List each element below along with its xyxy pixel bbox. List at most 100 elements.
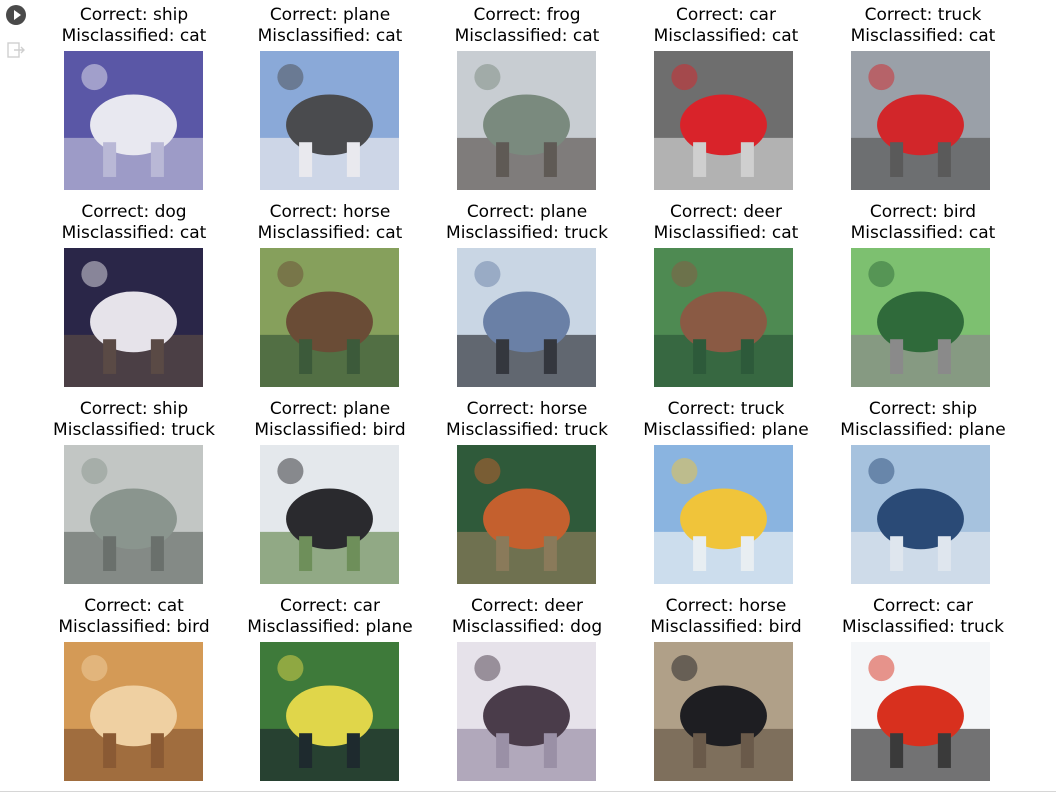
- misclassified-label: Misclassified: cat: [34, 223, 234, 244]
- sample-image: [457, 51, 596, 190]
- misclassified-label: Misclassified: bird: [34, 617, 234, 638]
- correct-prefix: Correct:: [269, 5, 343, 25]
- misclassified-prefix: Misclassified:: [653, 25, 772, 46]
- correct-label: Correct: horse: [230, 202, 430, 223]
- misclassified-prefix: Misclassified:: [257, 222, 376, 243]
- correct-value: horse: [539, 399, 588, 419]
- correct-label: Correct: plane: [230, 5, 430, 26]
- misclassified-prefix: Misclassified:: [842, 616, 961, 637]
- correct-label: Correct: car: [230, 596, 430, 617]
- correct-prefix: Correct:: [665, 596, 739, 616]
- correct-value: truck: [937, 5, 982, 25]
- sample-caption: Correct: bird Misclassified: cat: [823, 202, 1023, 243]
- sample-cell: Correct: deer Misclassified: cat: [626, 202, 826, 243]
- correct-prefix: Correct:: [868, 399, 943, 419]
- sample-caption: Correct: car Misclassified: truck: [823, 596, 1023, 637]
- correct-value: plane: [540, 202, 588, 222]
- misclassified-prefix: Misclassified:: [850, 25, 969, 46]
- misclassified-value: cat: [179, 25, 207, 46]
- misclassified-value: plane: [365, 616, 413, 637]
- misclassified-value: truck: [564, 222, 608, 243]
- misclassified-label: Misclassified: cat: [626, 223, 826, 244]
- misclassified-value: cat: [968, 25, 996, 46]
- misclassified-label: Misclassified: cat: [823, 223, 1023, 244]
- sample-caption: Correct: plane Misclassified: cat: [230, 5, 430, 46]
- correct-value: cat: [157, 596, 184, 616]
- sample-caption: Correct: cat Misclassified: bird: [34, 596, 234, 637]
- misclassified-label: Misclassified: truck: [34, 420, 234, 441]
- correct-prefix: Correct:: [79, 5, 154, 25]
- sample-cell: Correct: horse Misclassified: cat: [230, 202, 430, 243]
- misclassified-value: bird: [768, 616, 802, 637]
- sample-cell: Correct: truck Misclassified: plane: [626, 399, 826, 440]
- misclassified-value: dog: [570, 616, 603, 637]
- sample-cell: Correct: cat Misclassified: bird: [34, 596, 234, 637]
- sample-cell: Correct: ship Misclassified: truck: [34, 399, 234, 440]
- misclassified-value: cat: [771, 25, 799, 46]
- sample-caption: Correct: plane Misclassified: bird: [230, 399, 430, 440]
- correct-label: Correct: deer: [626, 202, 826, 223]
- correct-value: car: [749, 5, 776, 25]
- sample-image: [260, 642, 399, 781]
- correct-label: Correct: ship: [34, 399, 234, 420]
- correct-prefix: Correct:: [81, 202, 155, 222]
- correct-label: Correct: ship: [34, 5, 234, 26]
- misclassified-prefix: Misclassified:: [257, 25, 376, 46]
- sample-caption: Correct: plane Misclassified: truck: [427, 202, 627, 243]
- misclassified-prefix: Misclassified:: [61, 222, 180, 243]
- misclassified-prefix: Misclassified:: [653, 222, 772, 243]
- correct-value: car: [946, 596, 973, 616]
- misclassified-value: cat: [968, 222, 996, 243]
- misclassified-value: cat: [375, 222, 403, 243]
- misclassified-value: cat: [179, 222, 207, 243]
- correct-prefix: Correct:: [466, 202, 540, 222]
- output-collapse-icon[interactable]: [6, 40, 26, 60]
- correct-prefix: Correct:: [864, 5, 938, 25]
- sample-caption: Correct: frog Misclassified: cat: [427, 5, 627, 46]
- cell-gutter: [0, 0, 34, 790]
- correct-value: car: [353, 596, 380, 616]
- correct-label: Correct: horse: [626, 596, 826, 617]
- correct-label: Correct: bird: [823, 202, 1023, 223]
- correct-value: plane: [343, 5, 391, 25]
- sample-image: [457, 248, 596, 387]
- misclassified-prefix: Misclassified:: [58, 616, 177, 637]
- correct-label: Correct: plane: [427, 202, 627, 223]
- sample-image: [457, 642, 596, 781]
- misclassified-prefix: Misclassified:: [53, 419, 172, 440]
- misclassified-label: Misclassified: cat: [34, 26, 234, 47]
- misclassified-label: Misclassified: bird: [626, 617, 826, 638]
- correct-prefix: Correct:: [676, 5, 750, 25]
- sample-caption: Correct: truck Misclassified: plane: [626, 399, 826, 440]
- misclassified-label: Misclassified: truck: [823, 617, 1023, 638]
- sample-cell: Correct: car Misclassified: plane: [230, 596, 430, 637]
- correct-label: Correct: car: [823, 596, 1023, 617]
- sample-cell: Correct: deer Misclassified: dog: [427, 596, 627, 637]
- misclassified-prefix: Misclassified:: [247, 616, 366, 637]
- sample-caption: Correct: ship Misclassified: cat: [34, 5, 234, 46]
- correct-prefix: Correct:: [471, 596, 545, 616]
- correct-prefix: Correct:: [84, 596, 158, 616]
- sample-cell: Correct: dog Misclassified: cat: [34, 202, 234, 243]
- sample-cell: Correct: car Misclassified: truck: [823, 596, 1023, 637]
- run-cell-button[interactable]: [6, 5, 26, 25]
- correct-label: Correct: ship: [823, 399, 1023, 420]
- correct-label: Correct: horse: [427, 399, 627, 420]
- misclassified-value: truck: [960, 616, 1004, 637]
- misclassified-label: Misclassified: bird: [230, 420, 430, 441]
- sample-image: [654, 51, 793, 190]
- sample-image: [64, 445, 203, 584]
- sample-caption: Correct: horse Misclassified: cat: [230, 202, 430, 243]
- correct-value: frog: [546, 5, 581, 25]
- misclassified-label: Misclassified: cat: [427, 26, 627, 47]
- correct-value: truck: [740, 399, 785, 419]
- misclassified-label: Misclassified: dog: [427, 617, 627, 638]
- misclassified-label: Misclassified: truck: [427, 223, 627, 244]
- misclassified-prefix: Misclassified:: [650, 616, 769, 637]
- sample-image: [851, 445, 990, 584]
- correct-value: deer: [743, 202, 782, 222]
- sample-caption: Correct: deer Misclassified: dog: [427, 596, 627, 637]
- misclassified-label: Misclassified: plane: [823, 420, 1023, 441]
- misclassified-value: bird: [176, 616, 210, 637]
- misclassified-prefix: Misclassified:: [451, 616, 571, 637]
